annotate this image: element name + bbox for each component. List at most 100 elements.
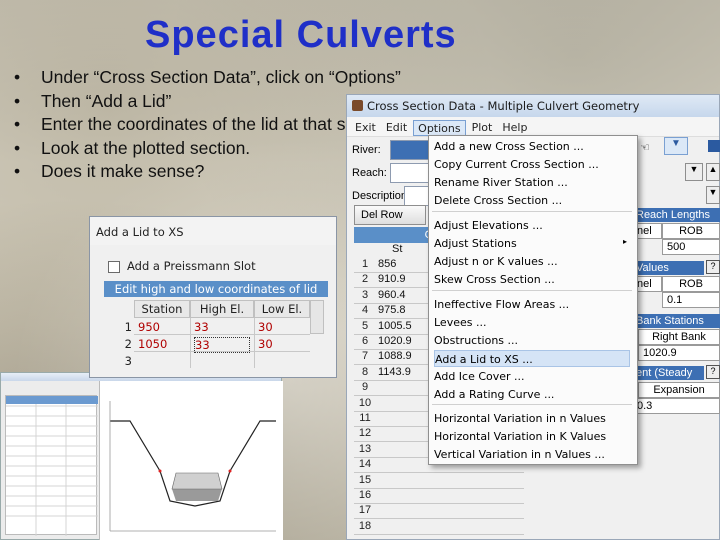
station-row-divider xyxy=(354,472,524,474)
station-row-number: 2 xyxy=(361,273,369,286)
options-menu-item[interactable]: Adjust Stations xyxy=(434,235,630,252)
river-label: River: xyxy=(352,144,381,156)
options-menu-item[interactable]: Add a Rating Curve ... xyxy=(434,386,630,403)
station-cell[interactable]: 1005.5 xyxy=(378,320,412,332)
station-row-number: 10 xyxy=(358,396,372,409)
cross-section-graphic xyxy=(109,401,276,532)
nav-down-icon[interactable]: ▼ xyxy=(685,163,703,181)
select-icon[interactable]: ☜ xyxy=(640,141,658,155)
options-menu-item[interactable]: Ineffective Flow Areas ... xyxy=(434,296,630,313)
options-menu-item[interactable]: Skew Cross Section ... xyxy=(434,271,630,288)
options-menu-item[interactable]: Vertical Variation in n Values ... xyxy=(434,446,630,463)
options-menu-item[interactable]: Copy Current Cross Section ... xyxy=(434,156,630,173)
reach-rob-value[interactable]: 500 xyxy=(662,239,720,255)
lid-high-cell[interactable]: 33 xyxy=(194,320,209,334)
menu-exit[interactable]: Exit xyxy=(351,120,380,136)
options-menu-item[interactable]: Add Ice Cover ... xyxy=(434,368,630,385)
menu-separator xyxy=(432,290,632,291)
station-row-number: 15 xyxy=(358,473,372,486)
preissmann-label: Add a Preissmann Slot xyxy=(127,259,256,273)
dialog-scrollbar[interactable] xyxy=(310,300,324,334)
dropdown-icon[interactable]: ▼ xyxy=(664,137,688,155)
menu-bar: Exit Edit Options Plot Help xyxy=(347,117,719,137)
col-high-el: High El. xyxy=(190,300,254,318)
station-row-number: 6 xyxy=(361,335,369,347)
station-row-divider xyxy=(354,487,524,489)
lid-low-cell[interactable]: 30 xyxy=(258,337,273,351)
lid-high-cell[interactable]: 33 xyxy=(194,337,250,353)
slide-title: Special Culverts xyxy=(145,14,457,56)
n-rob-value[interactable]: 0.1 xyxy=(662,292,720,308)
edit-icon[interactable] xyxy=(708,140,720,152)
menu-help[interactable]: Help xyxy=(498,120,531,136)
options-menu-item[interactable]: Add a Lid to XS ... xyxy=(434,350,630,367)
station-row-number: 3 xyxy=(361,288,369,301)
right-bank-value[interactable]: 1020.9 xyxy=(638,345,720,361)
station-cell[interactable]: 975.8 xyxy=(378,304,406,316)
lid-station-cell[interactable]: 950 xyxy=(138,320,160,334)
bank-stations-header: Bank Stations xyxy=(632,314,720,328)
description-field[interactable] xyxy=(404,186,430,206)
station-cell[interactable]: 1020.9 xyxy=(378,335,412,347)
options-menu-item[interactable]: Adjust Elevations ... xyxy=(434,217,630,234)
options-menu-item[interactable]: Horizontal Variation in n Values xyxy=(434,410,630,427)
options-menu-item[interactable]: Adjust n or K values ... xyxy=(434,253,630,270)
station-cell[interactable]: 960.4 xyxy=(378,289,406,301)
window-titlebar: Cross Section Data - Multiple Culvert Ge… xyxy=(347,95,719,117)
station-row-number: 5 xyxy=(361,319,369,332)
cross-section-plot xyxy=(99,381,283,540)
reach-select[interactable] xyxy=(390,163,430,183)
options-menu-item[interactable]: Horizontal Variation in K Values xyxy=(434,428,630,445)
plot-window-table xyxy=(5,395,98,536)
nav-up-icon[interactable]: ▲ xyxy=(706,163,720,181)
n-values-header: Values xyxy=(632,261,704,275)
options-menu-item[interactable]: Add a new Cross Section ... xyxy=(434,138,630,155)
nav-down-icon-2[interactable]: ▼ xyxy=(706,186,720,204)
del-row-button[interactable]: Del Row xyxy=(354,205,426,225)
menu-separator xyxy=(432,404,632,405)
station-row-number: 1 xyxy=(361,258,369,270)
station-row-number: 11 xyxy=(359,412,371,424)
station-cell[interactable]: 1088.9 xyxy=(378,350,412,362)
station-row-divider xyxy=(354,533,524,535)
menu-separator xyxy=(432,211,632,212)
station-cell[interactable]: 856 xyxy=(378,258,396,270)
station-row-number: 12 xyxy=(358,427,372,440)
app-icon xyxy=(352,100,363,111)
station-cell[interactable]: 1143.9 xyxy=(378,366,411,378)
menu-options[interactable]: Options xyxy=(413,120,466,136)
expansion-label: Expansion xyxy=(638,382,720,398)
bullet-item: Under “Cross Section Data”, click on “Op… xyxy=(12,66,482,90)
help-icon-2[interactable]: ? xyxy=(706,365,720,379)
station-row-number: 18 xyxy=(358,519,372,532)
options-menu-item[interactable]: Rename River Station ... xyxy=(434,174,630,191)
submenu-arrow-icon: ▸ xyxy=(623,237,628,246)
row-number: 2 xyxy=(124,337,132,351)
options-menu-item[interactable]: Delete Cross Section ... xyxy=(434,192,630,209)
options-menu-item[interactable]: Obstructions ... xyxy=(434,332,630,349)
row-number: 3 xyxy=(124,354,132,368)
dialog-title: Add a Lid to XS xyxy=(90,217,336,245)
station-row-divider xyxy=(354,503,524,504)
station-cell[interactable]: 910.9 xyxy=(378,273,406,285)
reach-lengths-header: Reach Lengths xyxy=(632,208,720,222)
station-row-number: 8 xyxy=(361,365,369,378)
description-label: Description xyxy=(352,190,408,202)
lid-low-cell[interactable]: 30 xyxy=(258,320,273,334)
station-row-number: 17 xyxy=(358,504,372,517)
station-grid-subheader: St xyxy=(392,243,403,255)
reach-label: Reach: xyxy=(352,167,387,179)
menu-plot[interactable]: Plot xyxy=(468,120,497,136)
lid-station-cell[interactable]: 1050 xyxy=(138,337,167,351)
table-gridlines xyxy=(6,396,98,536)
preissmann-checkbox[interactable] xyxy=(108,261,120,273)
menu-edit[interactable]: Edit xyxy=(382,120,411,136)
help-icon[interactable]: ? xyxy=(706,260,720,274)
plot-window-screenshot xyxy=(0,372,283,540)
lid-coordinates-header: Edit high and low coordinates of lid xyxy=(104,281,328,297)
river-select[interactable] xyxy=(390,140,430,160)
station-row-number: 4 xyxy=(361,304,369,317)
options-menu-item[interactable]: Levees ... xyxy=(434,314,630,331)
expansion-value[interactable]: 0.3 xyxy=(632,398,720,414)
coefficients-header: ent (Steady xyxy=(632,366,704,380)
